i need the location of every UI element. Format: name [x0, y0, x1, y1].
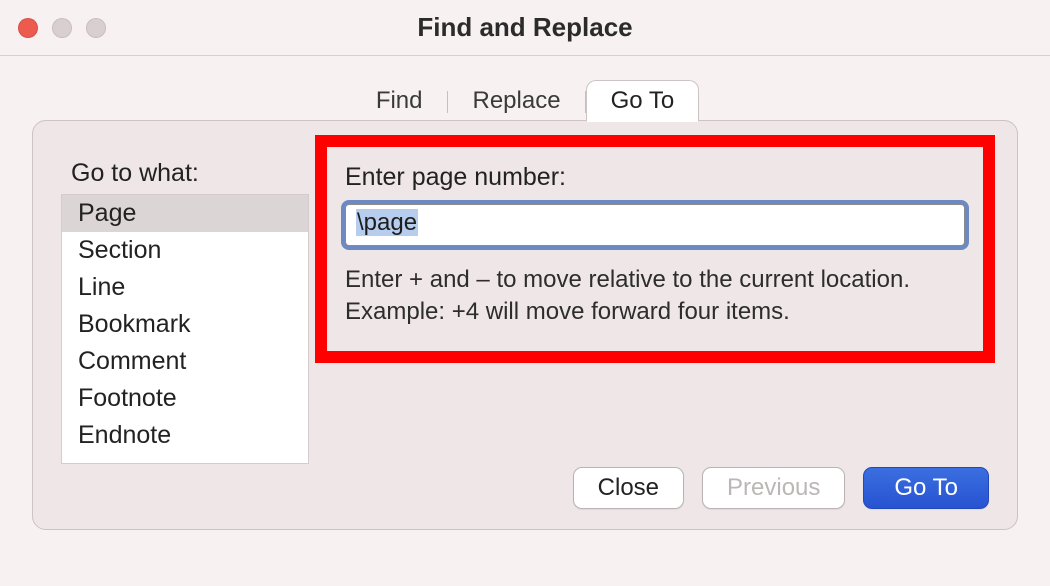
highlighted-region: Enter page number: \page Enter + and – t…: [315, 135, 995, 363]
tab-bar: Find Replace Go To: [32, 80, 1018, 122]
list-item[interactable]: Bookmark: [62, 306, 308, 343]
list-item[interactable]: Comment: [62, 343, 308, 380]
goto-what-list[interactable]: Page Section Line Bookmark Comment Footn…: [61, 194, 309, 464]
goto-left-column: Go to what: Page Section Line Bookmark C…: [61, 149, 309, 464]
previous-button: Previous: [702, 467, 845, 509]
goto-right-column: Enter page number: \page Enter + and – t…: [327, 149, 989, 363]
page-number-label: Enter page number:: [345, 163, 965, 192]
page-number-input[interactable]: \page: [345, 204, 965, 246]
goto-what-label: Go to what:: [71, 159, 309, 188]
list-item[interactable]: Endnote: [62, 417, 308, 454]
hint-text: Enter + and – to move relative to the cu…: [345, 264, 965, 329]
minimize-window-icon[interactable]: [52, 18, 72, 38]
goto-panel: Go to what: Page Section Line Bookmark C…: [32, 120, 1018, 530]
button-row: Close Previous Go To: [573, 467, 989, 509]
list-item[interactable]: Line: [62, 269, 308, 306]
window-controls: [18, 18, 106, 38]
list-item[interactable]: Section: [62, 232, 308, 269]
tab-find[interactable]: Find: [351, 80, 448, 122]
input-selected-text: \page: [356, 209, 418, 236]
close-button[interactable]: Close: [573, 467, 684, 509]
close-window-icon[interactable]: [18, 18, 38, 38]
window-title: Find and Replace: [0, 12, 1050, 43]
list-item[interactable]: Page: [62, 195, 308, 232]
goto-button[interactable]: Go To: [863, 467, 989, 509]
tab-replace[interactable]: Replace: [448, 80, 586, 122]
titlebar: Find and Replace: [0, 0, 1050, 56]
tab-goto[interactable]: Go To: [586, 80, 700, 122]
zoom-window-icon[interactable]: [86, 18, 106, 38]
dialog-content: Find Replace Go To Go to what: Page Sect…: [0, 56, 1050, 540]
list-item[interactable]: Footnote: [62, 380, 308, 417]
